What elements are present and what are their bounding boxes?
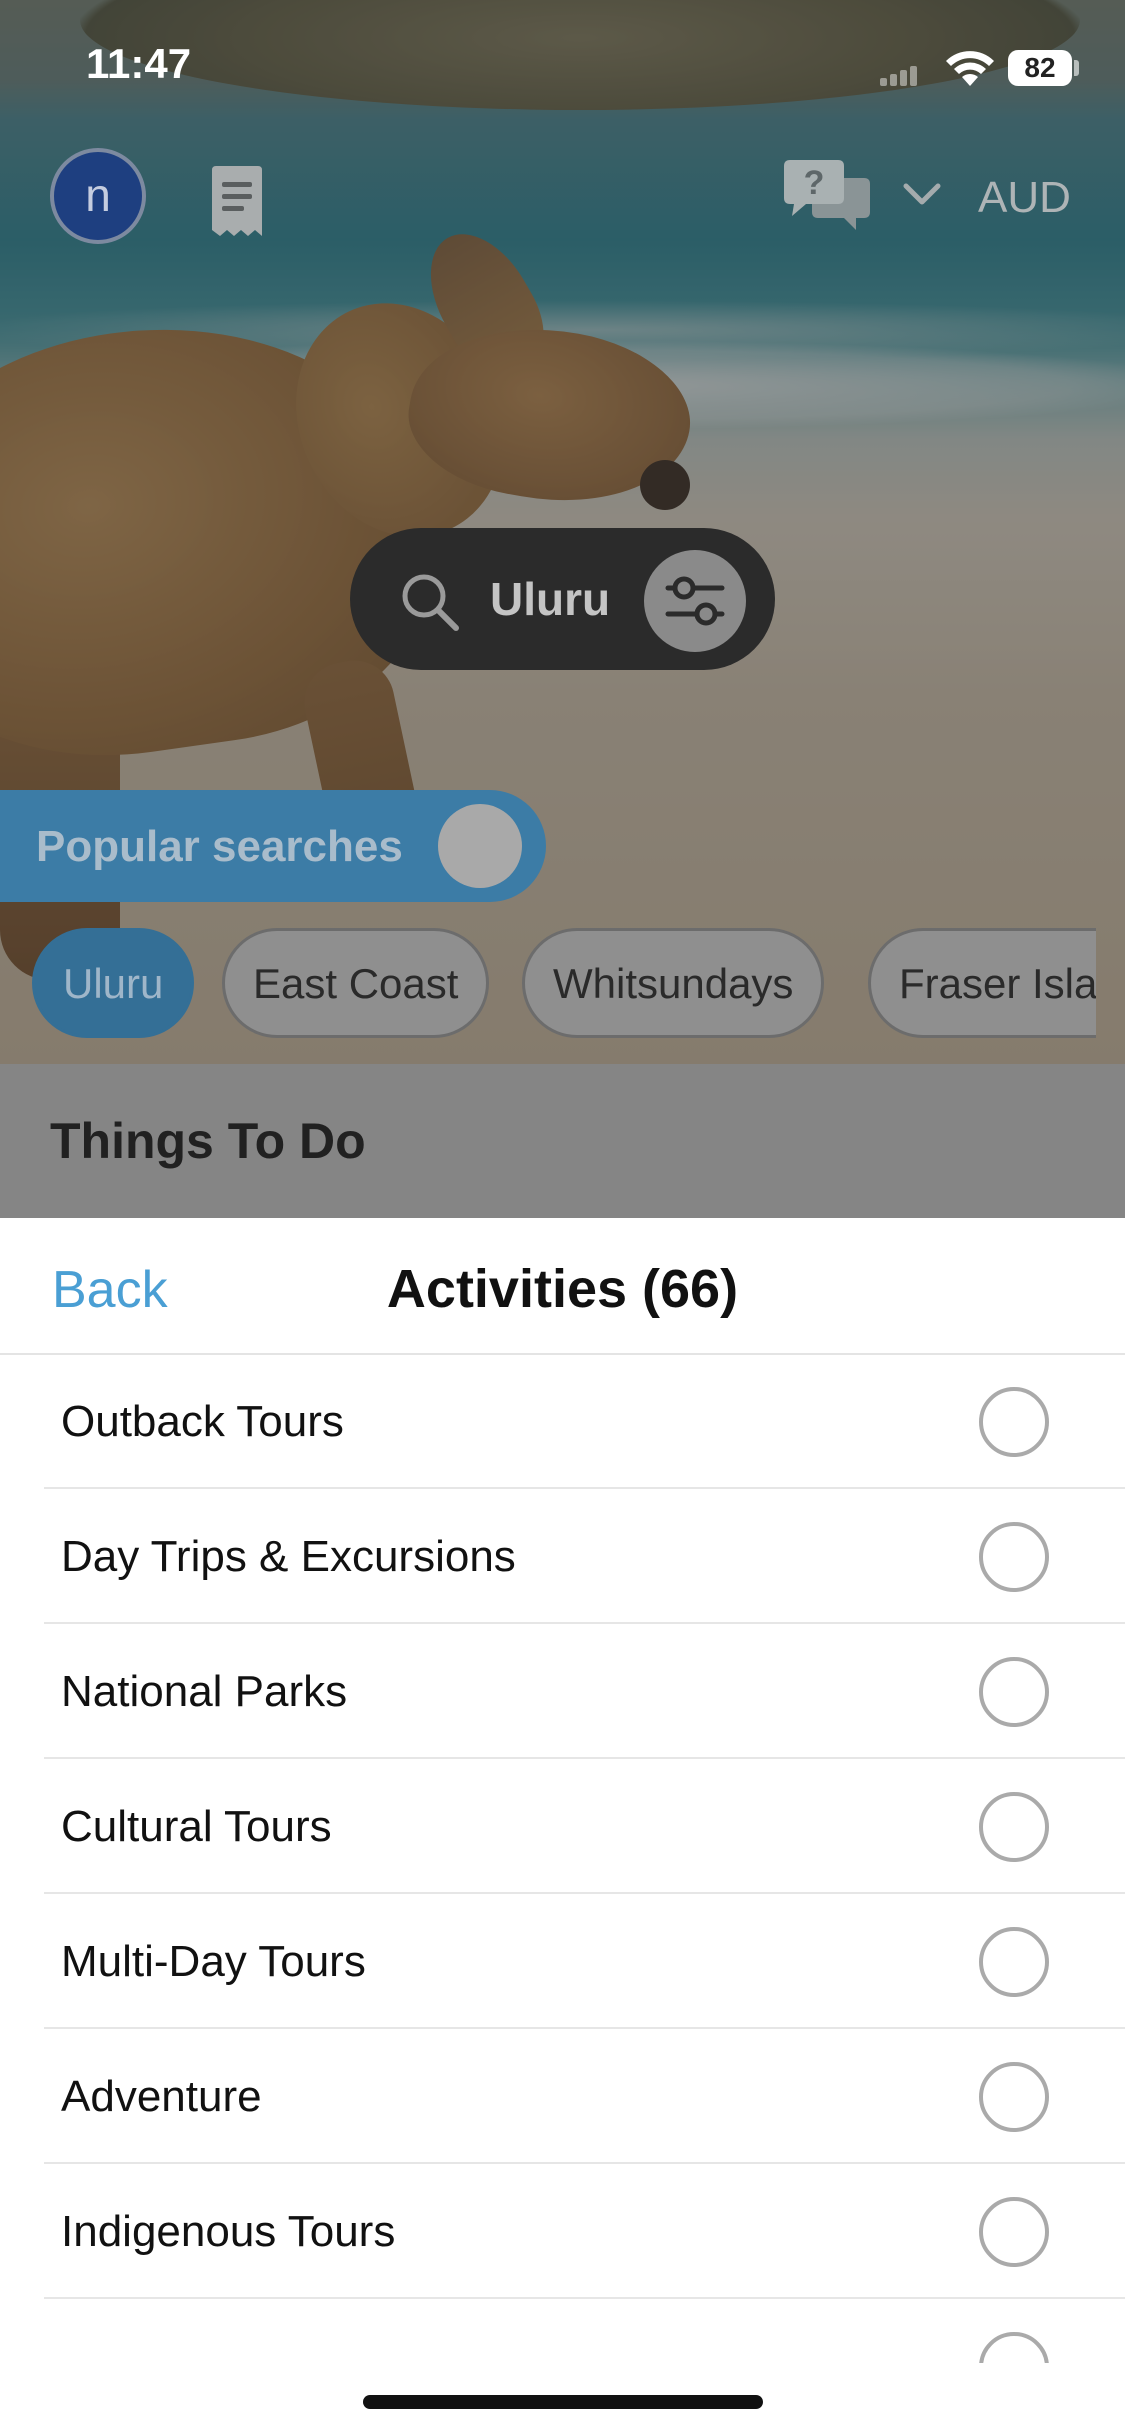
chip-east-coast[interactable]: East Coast bbox=[222, 928, 490, 1038]
radio-button[interactable] bbox=[979, 2197, 1049, 2267]
popular-searches-label: Popular searches bbox=[36, 822, 403, 871]
receipt-icon[interactable] bbox=[208, 166, 266, 238]
avatar[interactable]: n bbox=[50, 148, 146, 244]
toggle-knob bbox=[438, 804, 522, 888]
sheet-header: Back Activities (66) bbox=[0, 1218, 1125, 1355]
radio-button[interactable] bbox=[979, 1657, 1049, 1727]
search-query: Uluru bbox=[490, 573, 611, 625]
popular-searches-toggle[interactable]: Popular searches bbox=[0, 790, 546, 902]
wifi-icon bbox=[946, 51, 994, 86]
list-item-label: Multi-Day Tours bbox=[61, 1937, 366, 1986]
list-item-label: National Parks bbox=[61, 1667, 348, 1716]
list-item[interactable]: Cultural Tours bbox=[44, 1760, 1125, 1894]
activities-sheet: Back Activities (66) Outback Tours Day T… bbox=[0, 1218, 1125, 2436]
activities-list[interactable]: Outback Tours Day Trips & Excursions Nat… bbox=[0, 1355, 1125, 2363]
radio-button[interactable] bbox=[979, 2062, 1049, 2132]
filter-button[interactable] bbox=[644, 550, 746, 652]
radio-button[interactable] bbox=[979, 1927, 1049, 1997]
battery-icon: 82 bbox=[1008, 50, 1072, 86]
chip-whitsundays[interactable]: Whitsundays bbox=[522, 928, 825, 1038]
battery-tip-shape bbox=[1074, 60, 1079, 76]
list-item[interactable]: Day Trips & Excursions bbox=[44, 1490, 1125, 1624]
radio-button[interactable] bbox=[979, 1522, 1049, 1592]
chip-uluru[interactable]: Uluru bbox=[32, 928, 195, 1038]
list-item[interactable]: Adventure bbox=[44, 2030, 1125, 2164]
list-item[interactable]: Indigenous Tours bbox=[44, 2165, 1125, 2299]
popular-search-chips: Uluru East Coast Whitsundays Fraser Isla… bbox=[32, 928, 1096, 1042]
radio-button[interactable] bbox=[979, 2332, 1049, 2363]
status-time: 11:47 bbox=[86, 40, 192, 87]
list-item-label: Cultural Tours bbox=[61, 1802, 332, 1851]
chevron-down-icon[interactable] bbox=[900, 180, 944, 210]
list-item-label: Adventure bbox=[61, 2072, 262, 2121]
chat-help-icon[interactable]: ? bbox=[782, 158, 872, 238]
radio-button[interactable] bbox=[979, 1792, 1049, 1862]
list-item[interactable]: Multi-Day Tours bbox=[44, 1895, 1125, 2029]
list-item-label: Outback Tours bbox=[61, 1397, 344, 1446]
filter-sliders-icon bbox=[665, 576, 725, 626]
radio-button[interactable] bbox=[979, 1387, 1049, 1457]
chip-fraser-island[interactable]: Fraser Island bbox=[868, 928, 1096, 1038]
list-item[interactable]: Outback Tours bbox=[44, 1355, 1125, 1489]
list-item-label: Indigenous Tours bbox=[61, 2207, 396, 2256]
sheet-title: Activities (66) bbox=[386, 1259, 739, 1319]
search-icon bbox=[402, 574, 459, 631]
list-item-label: Day Trips & Excursions bbox=[61, 1532, 516, 1581]
search-bar[interactable]: Uluru bbox=[350, 528, 775, 670]
list-item[interactable]: National Parks bbox=[44, 1625, 1125, 1759]
home-indicator[interactable] bbox=[363, 2395, 763, 2409]
list-item[interactable] bbox=[44, 2300, 1125, 2363]
svg-text:?: ? bbox=[804, 164, 825, 202]
cellular-signal-icon bbox=[880, 66, 920, 86]
currency-selector[interactable]: AUD bbox=[978, 173, 1071, 223]
